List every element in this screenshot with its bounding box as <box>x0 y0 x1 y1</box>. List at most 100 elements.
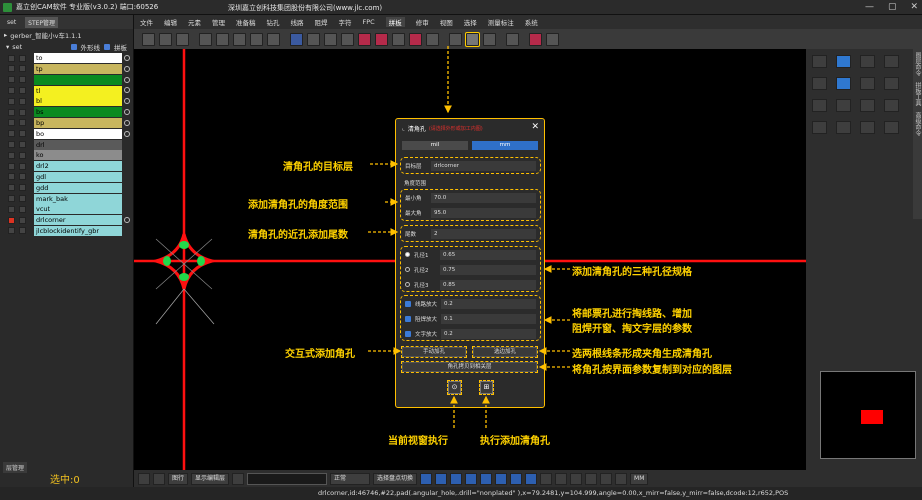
layer-edit-box[interactable] <box>19 151 26 159</box>
layer-edit-box[interactable] <box>19 108 26 116</box>
layer-eye-icon[interactable] <box>124 108 130 115</box>
layer-name[interactable]: bo <box>34 128 122 139</box>
tool-3-icon[interactable] <box>860 55 875 68</box>
snap-icon[interactable] <box>232 472 245 485</box>
select-area-icon[interactable] <box>159 32 172 46</box>
text-field[interactable]: 0.2 <box>441 328 536 339</box>
edge-add-button[interactable]: 选边加孔 <box>472 346 538 358</box>
tail-field[interactable]: 2 <box>431 228 536 239</box>
layer-name[interactable]: vcut <box>34 204 122 215</box>
show-edit-layer-button[interactable]: 显示编辑层 <box>191 472 230 485</box>
hole2-radio[interactable] <box>405 267 410 272</box>
board-icon[interactable] <box>392 32 405 46</box>
plate-icon[interactable] <box>506 32 519 46</box>
grid-icon[interactable] <box>199 32 212 46</box>
mark-icon[interactable] <box>375 32 388 46</box>
display-icon[interactable] <box>600 472 613 485</box>
layer-row[interactable] <box>0 74 133 85</box>
text-checkbox[interactable] <box>405 330 411 337</box>
tab-step[interactable]: STEP管理 <box>25 16 59 28</box>
panel-checkbox[interactable] <box>104 43 110 50</box>
layer-edit-box[interactable] <box>19 173 26 181</box>
layer-row[interactable]: vcut <box>0 204 133 215</box>
layer-visibility-box[interactable] <box>8 141 15 149</box>
minimap[interactable] <box>820 371 916 459</box>
layer-visibility-box[interactable] <box>8 195 15 202</box>
layer-row[interactable]: bo <box>0 128 133 139</box>
delete-icon[interactable] <box>341 32 354 46</box>
layer-visibility-box[interactable] <box>8 119 15 127</box>
add-execute-button[interactable]: ⊞ <box>479 380 494 395</box>
layer-row[interactable]: mark_bak <box>0 193 133 204</box>
tool-2-icon[interactable] <box>836 55 851 68</box>
layer-visibility-box[interactable] <box>8 173 15 181</box>
menu-item-7[interactable]: 阻焊 <box>315 17 328 27</box>
layer-name[interactable]: bl <box>34 96 122 107</box>
layer-visibility-box[interactable] <box>8 108 15 116</box>
layer-visibility-box[interactable] <box>8 184 15 192</box>
layer-name[interactable]: tp <box>34 63 122 74</box>
layer-edit-box[interactable] <box>19 76 26 84</box>
layer-name[interactable]: drl <box>34 139 122 150</box>
layer-edit-box[interactable] <box>19 97 26 105</box>
layer-visibility-box[interactable] <box>8 76 15 84</box>
menu-item-5[interactable]: 钻孔 <box>267 17 280 27</box>
minimize-icon[interactable]: — <box>865 1 874 13</box>
layer-row[interactable]: jlcblockidentify_gbr <box>0 225 133 236</box>
view-execute-button[interactable]: ⊙ <box>447 380 462 395</box>
layer-eye-icon[interactable] <box>124 65 130 72</box>
tool-10-icon[interactable] <box>836 99 851 112</box>
mode-select[interactable]: 正常 <box>330 472 371 485</box>
layer-edit-box[interactable] <box>19 87 26 95</box>
layer-eye-icon[interactable] <box>124 76 130 83</box>
layer-eye-icon[interactable] <box>124 98 130 105</box>
layer-visibility-box[interactable] <box>8 97 15 105</box>
layer-edit-box[interactable] <box>19 216 26 224</box>
min-angle-field[interactable]: 70.0 <box>431 192 536 203</box>
vtab-panel[interactable]: 拼板工具 <box>913 79 922 109</box>
menu-item-10[interactable]: 拼板 <box>385 17 405 27</box>
tool-5-icon[interactable] <box>812 77 827 90</box>
layer-row[interactable]: bs <box>0 107 133 118</box>
tool-14-icon[interactable] <box>836 121 851 134</box>
stamp-hole-icon[interactable] <box>307 32 320 46</box>
view-tool-3-icon[interactable] <box>450 472 463 485</box>
copy-icon[interactable] <box>324 32 337 46</box>
view-tool-4-icon[interactable] <box>465 472 478 485</box>
axis-icon[interactable] <box>267 32 280 46</box>
text-icon[interactable] <box>449 32 462 46</box>
command-input[interactable] <box>247 472 328 485</box>
prev-icon[interactable] <box>138 472 150 485</box>
max-angle-field[interactable]: 95.0 <box>431 207 536 218</box>
layer-visibility-box[interactable] <box>8 205 15 213</box>
layer-visibility-box[interactable] <box>8 65 15 73</box>
tear-icon[interactable] <box>426 32 439 46</box>
layer-edit-box[interactable] <box>19 141 26 149</box>
layer-edit-box[interactable] <box>19 195 26 202</box>
tool-1-icon[interactable] <box>812 55 827 68</box>
layer-edit-box[interactable] <box>19 162 26 170</box>
vtab-layer[interactable]: 图层命令 <box>913 49 922 79</box>
grid-toggle-icon[interactable] <box>570 472 583 485</box>
unit-select[interactable]: MM <box>630 472 649 485</box>
fill-icon[interactable] <box>233 32 246 46</box>
tool-9-icon[interactable] <box>812 99 827 112</box>
layer-eye-icon[interactable] <box>124 216 130 223</box>
select-toggle-button[interactable]: 选择盘点切换 <box>373 472 418 485</box>
hole1-field[interactable]: 0.65 <box>440 249 536 260</box>
menu-item-4[interactable]: 准备稿 <box>236 17 256 27</box>
panel-tool-icon[interactable] <box>290 32 303 46</box>
tool-16-icon[interactable] <box>884 121 899 134</box>
menu-item-0[interactable]: 文件 <box>140 17 153 27</box>
tool-4-icon[interactable] <box>884 55 899 68</box>
job-tree-root[interactable]: ▸ gerber_智能小v车1.1.1 <box>0 29 133 41</box>
menu-item-15[interactable]: 系统 <box>525 17 538 27</box>
hole2-field[interactable]: 0.75 <box>440 264 536 275</box>
layer-visibility-box[interactable] <box>8 151 15 159</box>
layer-edit-box[interactable] <box>19 119 26 127</box>
menu-item-12[interactable]: 视图 <box>440 17 453 27</box>
select-tool-icon[interactable] <box>142 32 155 46</box>
view-tool-8-icon[interactable] <box>525 472 538 485</box>
next-icon[interactable] <box>153 472 165 485</box>
layer-toggle-icon[interactable] <box>585 472 598 485</box>
